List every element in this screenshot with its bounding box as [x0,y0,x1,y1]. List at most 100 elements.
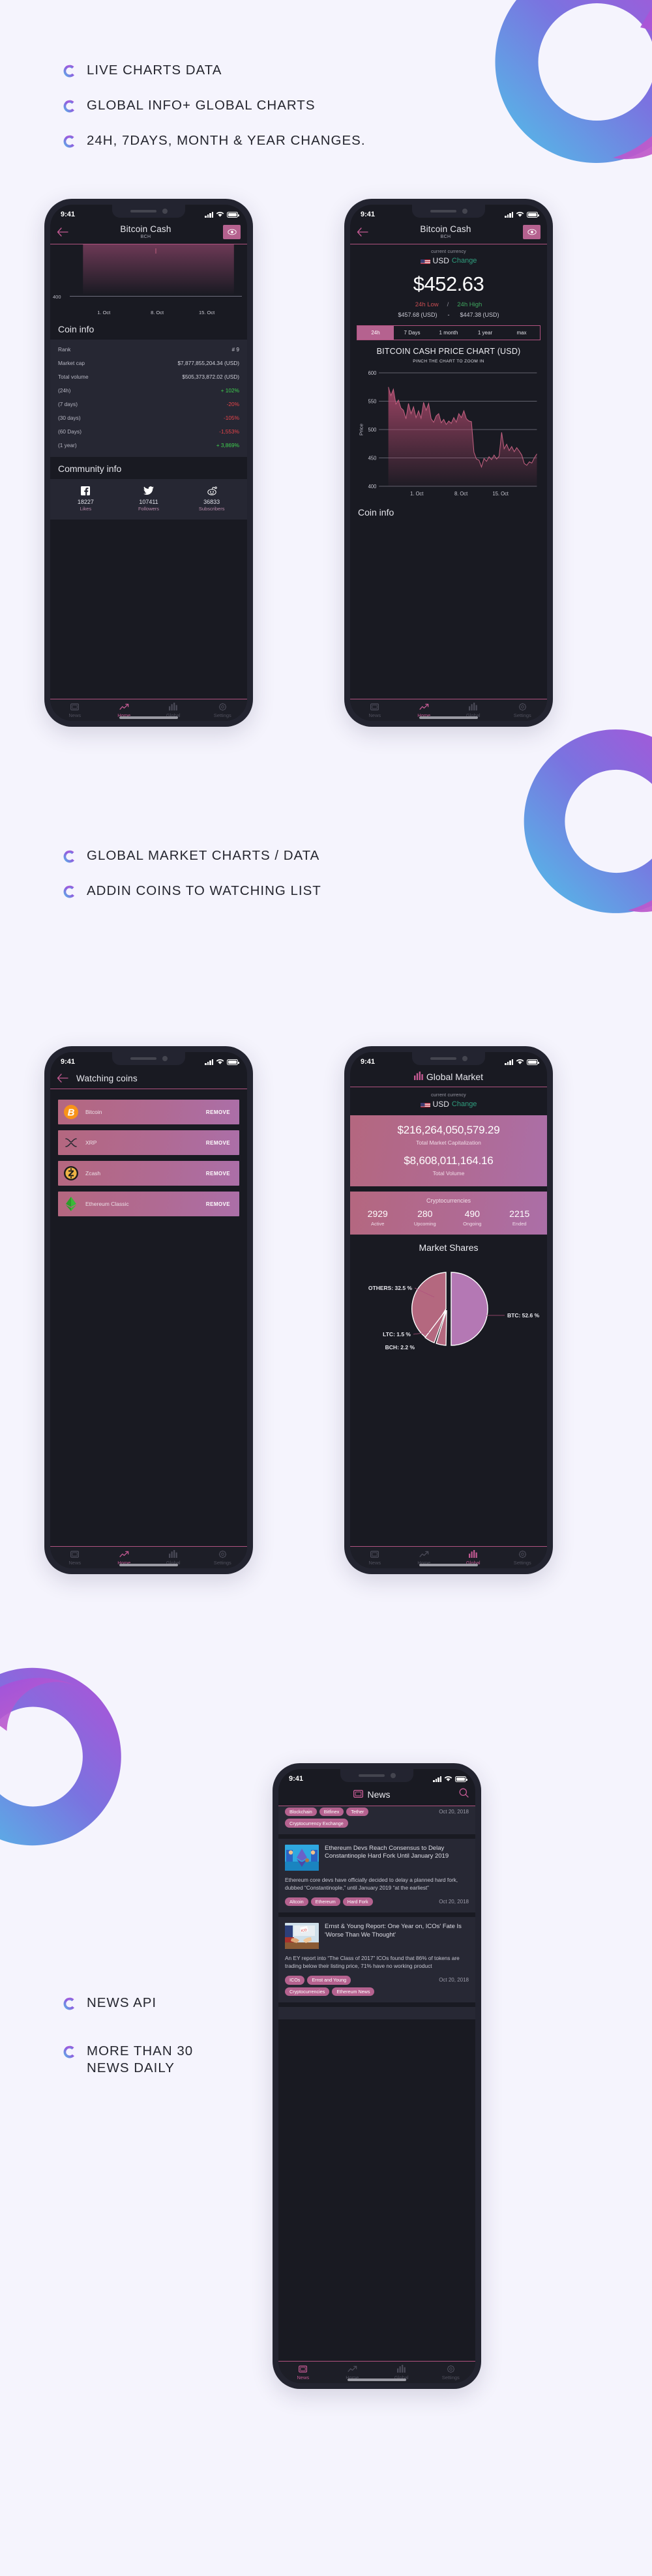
gradient-blob-top-right [489,0,652,169]
bottom-tabbar[interactable]: News Home Global Settings [278,2361,475,2383]
currency-change-link[interactable]: Change [452,257,477,265]
tag[interactable]: Hard Fork [342,1897,373,1907]
list-item[interactable]: Blockchain Bitfinex Tether Cryptocurrency E… [278,1806,475,1834]
tab-news[interactable]: News [50,703,100,718]
price-content[interactable]: current currency USD Change $452.63 24h … [350,244,547,699]
list-item[interactable]: Ethereum Classic REMOVE [58,1192,239,1216]
home-indicator[interactable] [419,716,478,719]
market-shares-pie[interactable]: OTHERS: 32.5 % BTC: 52.6 % LTC: 1.5 % BC… [350,1267,547,1351]
tab-news[interactable]: News [50,1550,100,1566]
tag[interactable]: ICOs [285,1976,305,1985]
bar-chart-icon [377,2365,426,2373]
tag[interactable]: Ethereum [310,1897,340,1907]
tab-settings[interactable]: Settings [198,1550,248,1566]
tab-global[interactable]: Global [449,1550,498,1566]
list-item[interactable]: XRP REMOVE [58,1130,239,1155]
community-item-facebook[interactable]: 18227 Likes [54,486,117,512]
watching-list[interactable]: B Bitcoin REMOVE XRP REMOVE Zcash REMOVE Ethere… [50,1089,247,1546]
list-item[interactable]: Ethereum Devs Reach Consensus to Delay C… [278,1838,475,1913]
community-item-twitter[interactable]: 107411 Followers [117,486,181,512]
list-item[interactable]: B Bitcoin REMOVE [58,1100,239,1124]
page-title-row: Global Market [350,1069,547,1087]
currency-selector[interactable]: current currency USD Change [350,1087,547,1115]
tab-global[interactable]: Global [149,1550,198,1566]
eye-icon[interactable] [223,225,241,239]
tag[interactable]: Blockchain [285,1808,317,1817]
tab-settings[interactable]: Settings [498,1550,548,1566]
back-arrow-icon[interactable] [357,227,368,237]
tab-home[interactable]: Home [328,2365,378,2380]
home-indicator[interactable] [119,716,178,719]
svg-text:400: 400 [368,484,377,490]
back-arrow-icon[interactable] [57,1074,68,1083]
wifi-icon [216,1059,224,1064]
appbar: Bitcoin Cash BCH [50,222,247,244]
tag[interactable]: Cryptocurrencies [285,1987,330,1996]
range-tab-max[interactable]: max [503,326,540,340]
section-title-coin-info: Coin info [58,324,95,334]
tab-news[interactable]: News [350,703,400,718]
home-indicator[interactable] [348,2378,406,2381]
global-content[interactable]: current currency USD Change $216,264,050… [350,1087,547,1546]
search-icon[interactable] [459,1788,469,1801]
range-tab-7-days[interactable]: 7 Days [394,326,430,340]
list-item[interactable]: ICO Ernst & Young Report: One Year on, IC… [278,1917,475,2002]
bottom-tabbar[interactable]: News Home Global Settings [50,1546,247,1568]
range-tabs[interactable]: 24h 7 Days 1 month 1 year max [357,325,541,340]
tag[interactable]: Cryptocurrency Exchange [285,1819,348,1828]
wifi-icon [516,1059,524,1064]
tab-home[interactable]: Home [400,703,449,718]
bottom-tabbar[interactable]: News Home Global Settings [350,699,547,721]
tab-home[interactable]: Home [100,1550,149,1566]
bch-price-chart[interactable]: 400 450 500 550 600 Price 1. Oct 8. Oct 15. Oct [350,368,547,506]
range-tab-24h[interactable]: 24h [357,326,394,340]
tab-home[interactable]: Home [100,703,149,718]
tag[interactable]: Altcoin [285,1897,308,1907]
row-label: (24h) [58,387,71,394]
tag[interactable]: Ethereum News [332,1987,375,1996]
stat-value: 2929 [367,1208,388,1219]
remove-button[interactable]: REMOVE [206,1201,230,1207]
tab-global[interactable]: Global [377,2365,426,2380]
tab-settings[interactable]: Settings [426,2365,476,2380]
pie-label-ltc: LTC: 1.5 % [383,1331,411,1338]
tab-news[interactable]: News [278,2365,328,2380]
news-features: NEWS API MORE THAN 30 NEWS DAILY [62,1995,193,2096]
bottom-tabbar[interactable]: News Home Global Settings [50,699,247,721]
home-indicator[interactable] [119,1564,178,1566]
list-item[interactable] [278,2006,475,2019]
range-tab-1-month[interactable]: 1 month [430,326,467,340]
tag[interactable]: Bitfinex [319,1808,344,1817]
eye-icon[interactable] [523,225,541,239]
stat-column: 490 Ongoing [449,1208,496,1227]
remove-button[interactable]: REMOVE [206,1109,230,1115]
coin-info-content[interactable]: 400 1. Oct 8. Oct 15. Oct Coin info Rank… [50,244,247,699]
row-value: + 3,869% [216,441,239,448]
tag[interactable]: Ernst and Young [307,1976,351,1985]
tab-settings[interactable]: Settings [498,703,548,718]
tab-settings[interactable]: Settings [198,703,248,718]
home-indicator[interactable] [419,1564,478,1566]
currency-selector[interactable]: current currency USD Change [350,244,547,267]
coin-info-table: Rank # 9 Market cap $7,877,855,204.34 (USD)… [50,340,247,457]
currency-change-link[interactable]: Change [452,1100,477,1108]
news-icon [50,1550,100,1559]
tab-home[interactable]: Home [400,1550,449,1566]
remove-button[interactable]: REMOVE [206,1171,230,1177]
brand-c-icon [62,134,78,149]
tag[interactable]: Tether [346,1808,369,1817]
tab-global[interactable]: Global [449,703,498,718]
tab-global[interactable]: Global [149,703,198,718]
tab-news[interactable]: News [350,1550,400,1566]
trending-up-icon [328,2365,378,2373]
svg-text:500: 500 [368,427,377,433]
bottom-tabbar[interactable]: News Home Global Settings [350,1546,547,1568]
stat-value: 490 [464,1208,480,1219]
list-item[interactable]: Zcash REMOVE [58,1161,239,1186]
community-item-reddit[interactable]: 36833 Subscribers [180,486,243,512]
back-arrow-icon[interactable] [57,227,68,237]
mini-price-chart[interactable]: 400 1. Oct 8. Oct 15. Oct [50,244,247,317]
remove-button[interactable]: REMOVE [206,1140,230,1146]
news-list[interactable]: Blockchain Bitfinex Tether Cryptocurrency E… [278,1806,475,2361]
range-tab-1-year[interactable]: 1 year [467,326,503,340]
